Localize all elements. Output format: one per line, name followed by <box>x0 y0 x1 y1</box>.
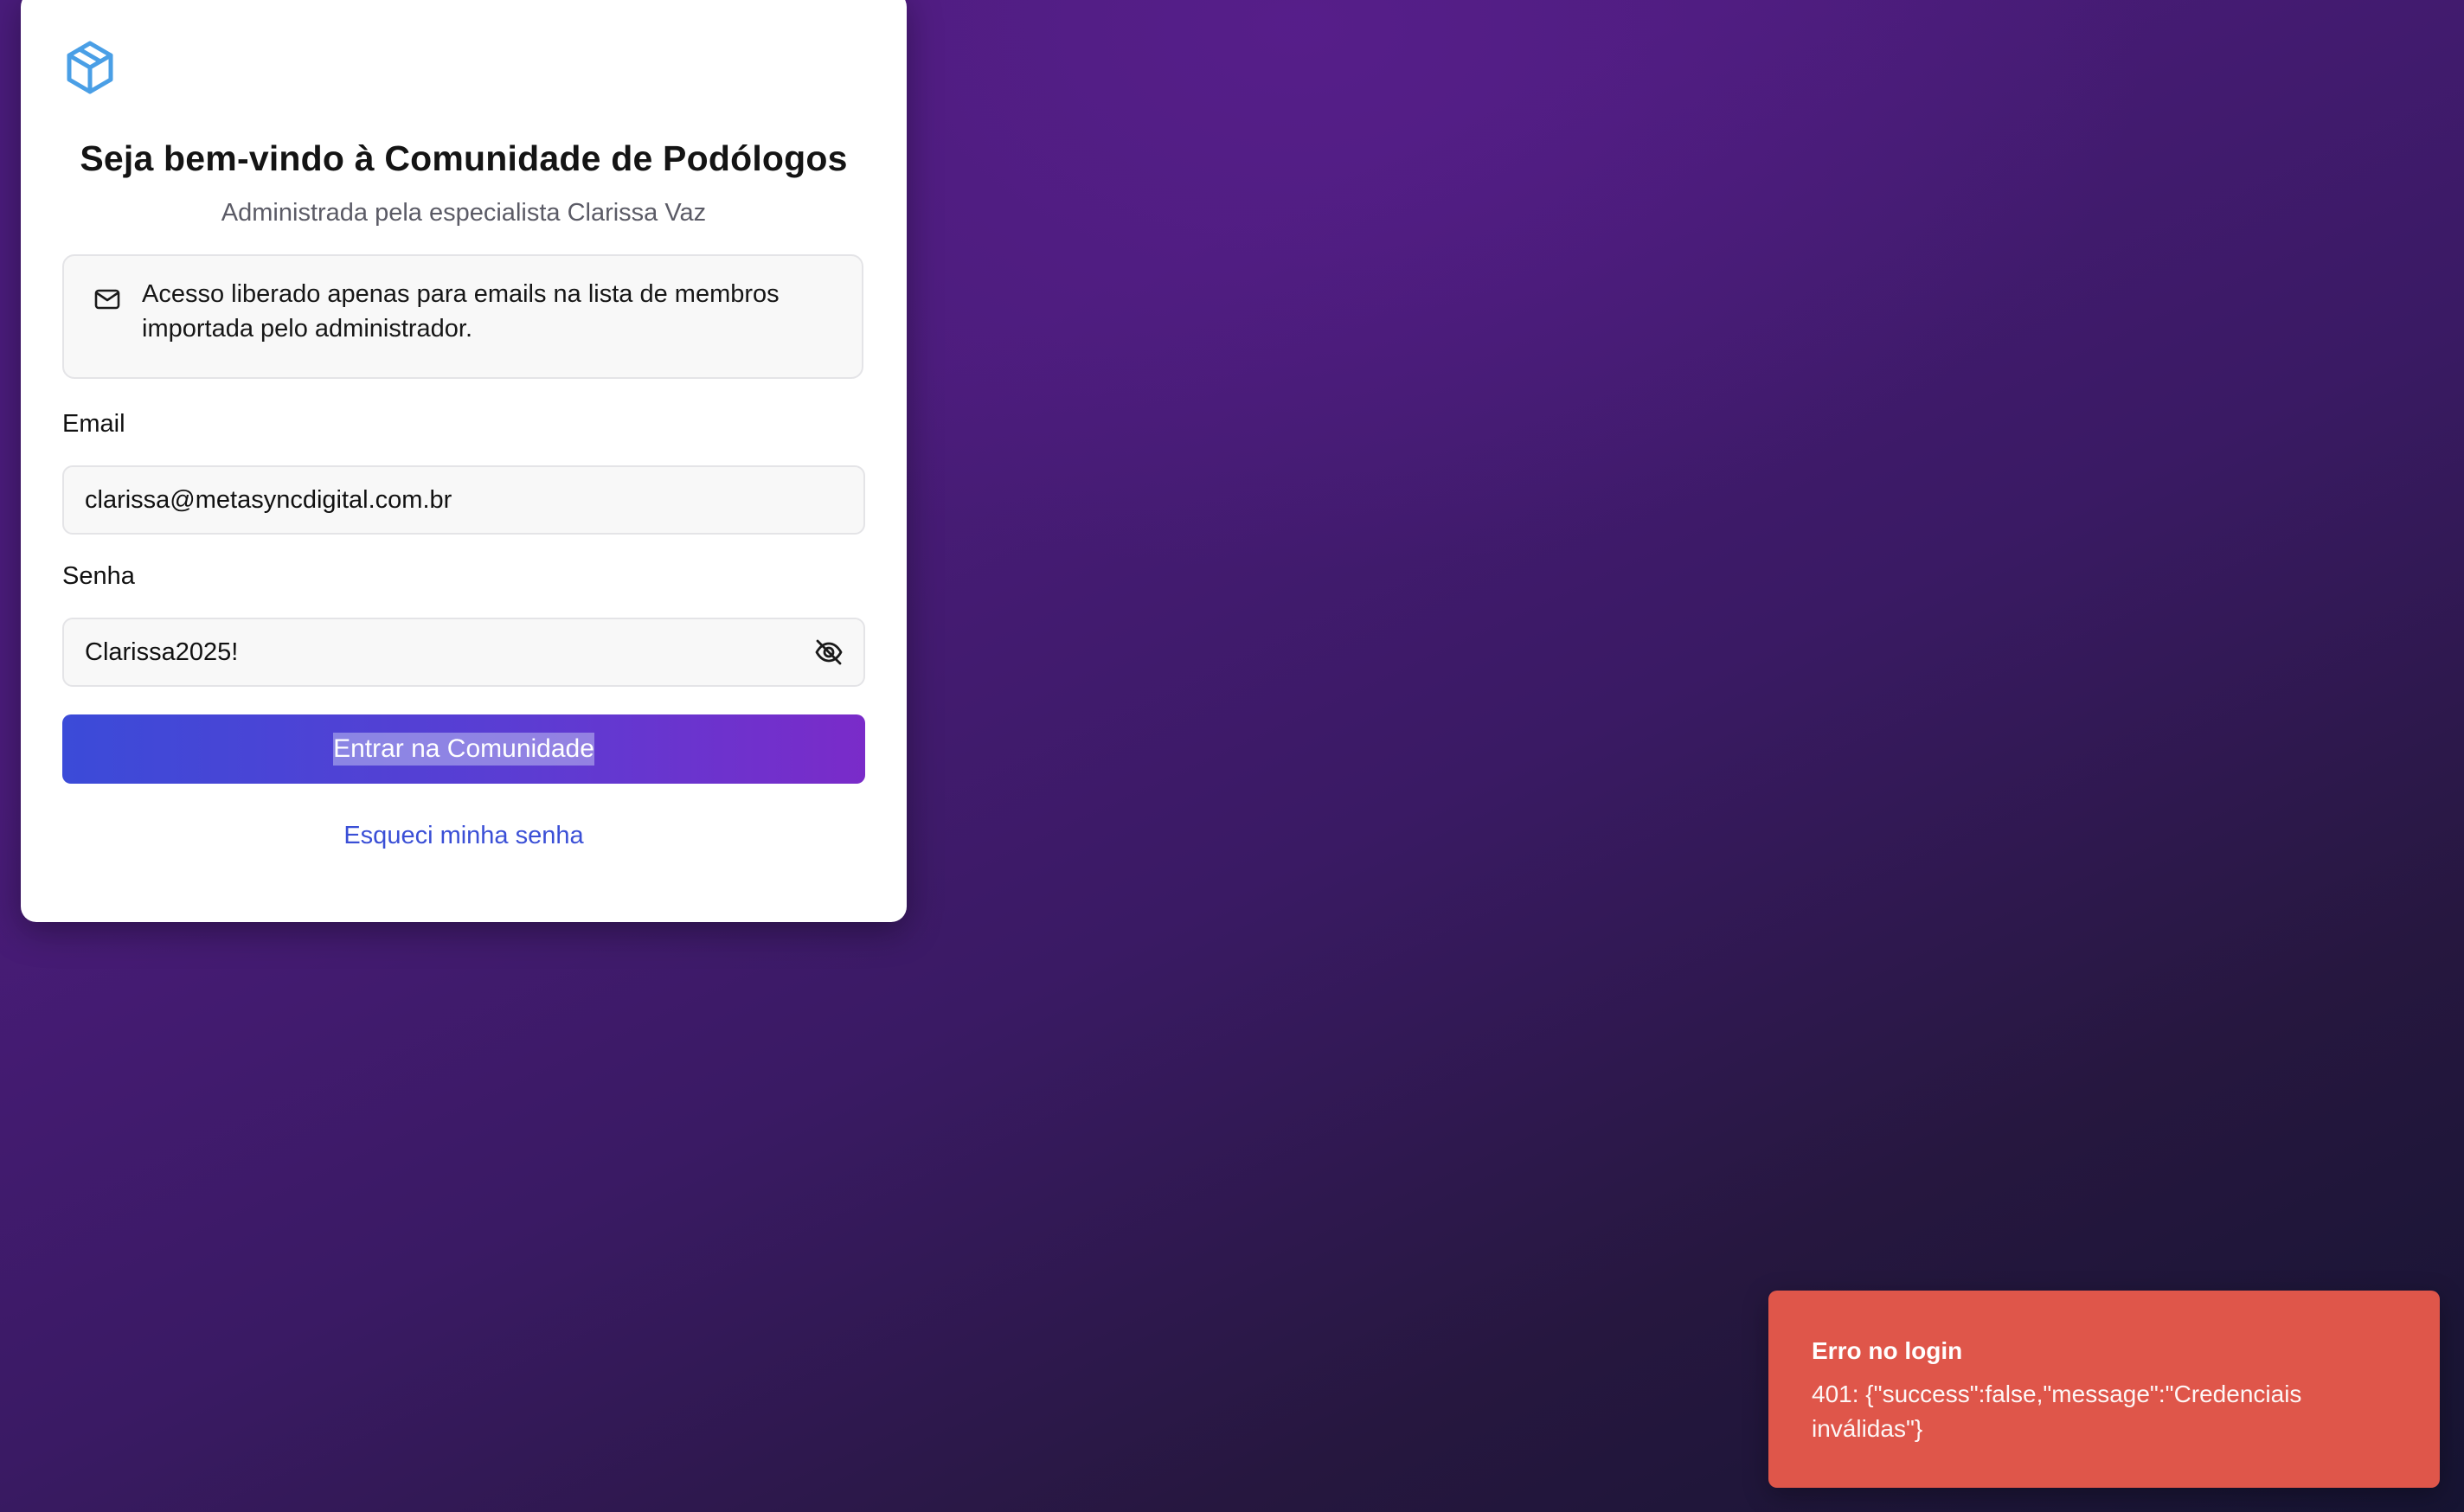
login-submit-label: Entrar na Comunidade <box>333 733 594 766</box>
access-notice: Acesso liberado apenas para emails na li… <box>62 254 863 379</box>
email-label: Email <box>62 410 125 438</box>
toast-title: Erro no login <box>1812 1337 1963 1364</box>
email-field-container <box>62 465 865 535</box>
password-field-container <box>62 618 865 687</box>
error-toast[interactable]: Erro no login 401: {"success":false,"mes… <box>1768 1291 2440 1488</box>
forgot-password-link[interactable]: Esqueci minha senha <box>21 822 907 850</box>
toast-message: 401: {"success":false,"message":"Credenc… <box>1812 1381 2302 1442</box>
eye-off-icon[interactable] <box>813 637 844 668</box>
email-field[interactable] <box>85 467 794 533</box>
page-title: Seja bem-vindo à Comunidade de Podólogos <box>80 138 848 178</box>
password-label: Senha <box>62 562 135 590</box>
login-submit-button[interactable]: Entrar na Comunidade <box>62 714 865 784</box>
password-field[interactable] <box>85 619 794 685</box>
mail-icon <box>93 285 121 313</box>
login-card: Seja bem-vindo à Comunidade de Podólogos… <box>21 0 907 922</box>
cube-box-icon <box>64 40 116 95</box>
access-notice-text: Acesso liberado apenas para emails na li… <box>142 280 780 343</box>
page-subtitle: Administrada pela especialista Clarissa … <box>221 199 707 227</box>
